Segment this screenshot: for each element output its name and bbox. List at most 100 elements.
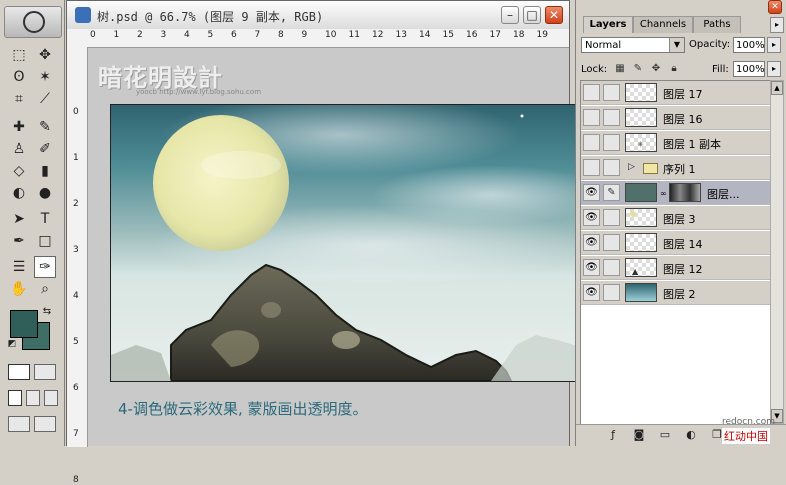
- horizontal-ruler[interactable]: 0 1 2 3 4 5 6 7 8 9 10 11 12 13 14 15 16 17 18 19: [87, 29, 569, 48]
- hand-icon[interactable]: ✋: [8, 278, 30, 300]
- link-toggle[interactable]: [603, 234, 620, 251]
- screen-mode-full-button[interactable]: [44, 390, 58, 406]
- layer-mask-thumbnail[interactable]: [669, 183, 701, 202]
- link-toggle[interactable]: [603, 284, 620, 301]
- lock-all-icon[interactable]: 🔒︎: [668, 63, 680, 75]
- layer-row[interactable]: 👁︎ 图层 2: [581, 281, 770, 305]
- panel-close-button[interactable]: ✕: [768, 0, 782, 14]
- layers-scrollbar[interactable]: ▲ ▼: [770, 80, 784, 424]
- ruler-tick-label: 0: [73, 107, 79, 117]
- zoom-icon[interactable]: ⌕: [34, 278, 56, 300]
- dodge-icon[interactable]: ●: [34, 182, 56, 204]
- screen-mode-standard-button[interactable]: [8, 390, 22, 406]
- fill-input[interactable]: 100%: [733, 61, 765, 77]
- link-toggle[interactable]: [603, 84, 620, 101]
- visibility-toggle[interactable]: [583, 159, 600, 176]
- pen-icon[interactable]: ✒: [8, 230, 30, 252]
- panel-menu-arrow-icon[interactable]: ▸: [770, 17, 784, 33]
- tab-layers[interactable]: Layers: [583, 16, 633, 33]
- expand-arrow-icon[interactable]: ▷: [628, 162, 635, 172]
- blend-mode-select[interactable]: Normal ▼: [581, 37, 685, 53]
- layer-row-active[interactable]: 👁︎ ✎ ∞ 图层...: [581, 181, 770, 205]
- link-toggle[interactable]: [603, 209, 620, 226]
- tab-paths[interactable]: Paths: [693, 16, 741, 33]
- scroll-up-icon[interactable]: ▲: [771, 81, 783, 95]
- crop-icon[interactable]: ⌗: [8, 88, 30, 110]
- eyedropper-icon[interactable]: ✑: [34, 256, 56, 278]
- maximize-button[interactable]: □: [523, 6, 541, 24]
- adjustment-layer-icon[interactable]: ◐: [684, 428, 698, 442]
- layer-name: 图层 3: [663, 213, 696, 226]
- visibility-toggle[interactable]: [583, 134, 600, 151]
- artwork-canvas[interactable]: [110, 104, 588, 382]
- lock-position-icon[interactable]: ✥: [650, 63, 662, 75]
- standard-mode-button[interactable]: [8, 364, 30, 380]
- opacity-arrow-icon[interactable]: ▸: [767, 37, 781, 53]
- vertical-ruler[interactable]: 0 1 2 3 4 5 6 7 8: [67, 47, 88, 485]
- chain-link-icon[interactable]: ∞: [660, 189, 667, 198]
- magic-wand-icon[interactable]: ✶: [34, 66, 56, 88]
- ruler-tick-label: 4: [184, 30, 190, 40]
- eraser-icon[interactable]: ◇: [8, 160, 30, 182]
- watermark-url: yoocb http://www.lyf.blog.sohu.com: [136, 88, 262, 96]
- brush-icon[interactable]: ✎: [34, 116, 56, 138]
- default-colors-icon[interactable]: ◩: [6, 338, 18, 350]
- tab-channels[interactable]: Channels: [633, 16, 693, 33]
- lock-transparency-icon[interactable]: ▦: [614, 63, 626, 75]
- move-icon[interactable]: ✥: [34, 44, 56, 66]
- layer-row[interactable]: 图层 17: [581, 81, 770, 105]
- visibility-toggle[interactable]: [583, 84, 600, 101]
- visibility-toggle[interactable]: [583, 109, 600, 126]
- canvas-area[interactable]: 暗花明設計 yoocb http://www.lyf.blog.sohu.com: [88, 48, 588, 446]
- lock-pixels-icon[interactable]: ✎: [632, 63, 644, 75]
- healing-icon[interactable]: ✚: [8, 116, 30, 138]
- document-titlebar[interactable]: 树.psd @ 66.7% (图层 9 副本, RGB) – □ ✕: [67, 1, 569, 30]
- shape-icon[interactable]: □: [34, 230, 56, 252]
- marquee-icon[interactable]: ⬚: [8, 44, 30, 66]
- layer-row[interactable]: 👁︎ ▲ 图层 12: [581, 256, 770, 280]
- close-button[interactable]: ✕: [545, 6, 563, 24]
- eye-icon[interactable]: 👁︎: [583, 259, 600, 276]
- layer-row[interactable]: ✳ 图层 1 副本: [581, 131, 770, 155]
- ruler-origin[interactable]: [67, 29, 88, 48]
- stamp-icon[interactable]: ♙: [8, 138, 30, 160]
- eye-icon[interactable]: 👁︎: [583, 209, 600, 226]
- lasso-icon[interactable]: ʘ: [8, 66, 30, 88]
- link-toggle[interactable]: [603, 109, 620, 126]
- ruler-tick-label: 3: [73, 245, 79, 255]
- screen-mode-full-menu-button[interactable]: [26, 390, 40, 406]
- add-mask-icon[interactable]: ◙: [632, 428, 646, 442]
- new-group-icon[interactable]: ▭: [658, 428, 672, 442]
- gradient-icon[interactable]: ▮: [34, 160, 56, 182]
- ruler-tick-label: 19: [536, 30, 548, 40]
- eye-icon[interactable]: 👁︎: [583, 234, 600, 251]
- brush-icon[interactable]: ✎: [603, 184, 620, 201]
- layer-style-icon[interactable]: ƒ: [606, 428, 620, 442]
- fill-arrow-icon[interactable]: ▸: [767, 61, 781, 77]
- path-select-icon[interactable]: ➤: [8, 208, 30, 230]
- swap-colors-icon[interactable]: ⇆: [40, 304, 54, 318]
- blur-icon[interactable]: ◐: [8, 182, 30, 204]
- slice-icon[interactable]: ⟋: [34, 88, 56, 110]
- link-toggle[interactable]: [603, 259, 620, 276]
- foreground-color-swatch[interactable]: [10, 310, 38, 338]
- jump-to-app-button[interactable]: [34, 416, 56, 432]
- notes-icon[interactable]: ☰: [8, 256, 30, 278]
- layer-row[interactable]: 👁︎ 图层 14: [581, 231, 770, 255]
- opacity-input[interactable]: 100%: [733, 37, 765, 53]
- eye-icon[interactable]: 👁︎: [583, 184, 600, 201]
- quick-mask-button[interactable]: [34, 364, 56, 380]
- minimize-button[interactable]: –: [501, 6, 519, 24]
- jump-to-imageready-button[interactable]: [8, 416, 30, 432]
- eye-icon[interactable]: 👁︎: [583, 284, 600, 301]
- layer-row[interactable]: 图层 16: [581, 106, 770, 130]
- layer-row[interactable]: 👁︎ 图层 3: [581, 206, 770, 230]
- link-toggle[interactable]: [603, 159, 620, 176]
- layer-thumbnail: ▲: [625, 258, 657, 277]
- type-icon[interactable]: T: [34, 208, 56, 230]
- layer-thumbnail: [625, 83, 657, 102]
- history-brush-icon[interactable]: ✐: [34, 138, 56, 160]
- link-toggle[interactable]: [603, 134, 620, 151]
- panel-titlebar[interactable]: ✕: [576, 0, 786, 14]
- layer-group-row[interactable]: ▷ 序列 1: [581, 156, 770, 180]
